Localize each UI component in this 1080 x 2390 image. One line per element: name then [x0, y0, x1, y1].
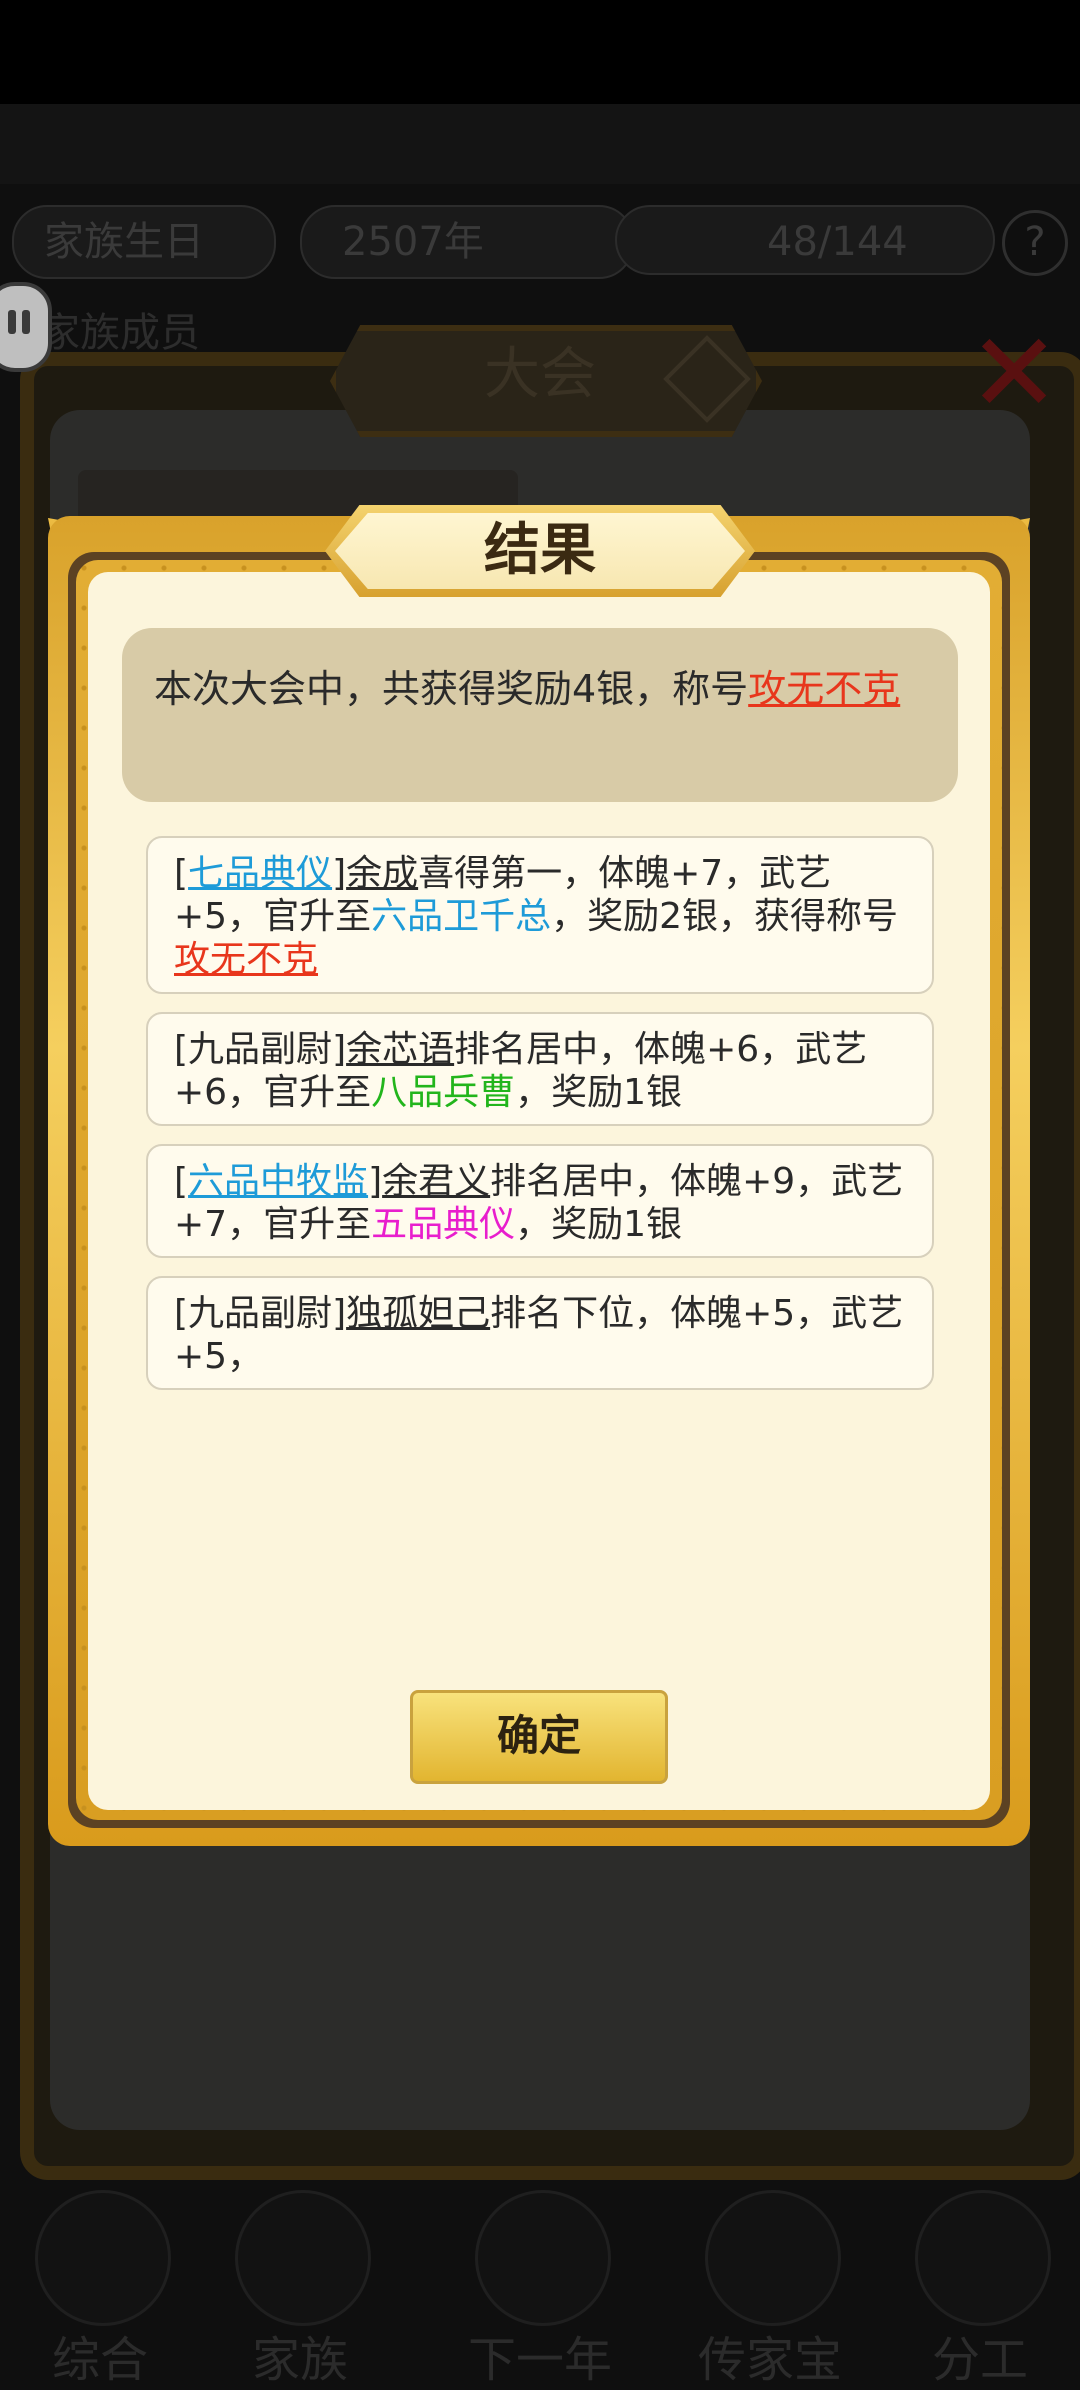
rank-link[interactable]: 六品中牧监	[188, 1161, 368, 1202]
summary-box: 本次大会中，共获得奖励4银，称号攻无不克	[122, 628, 958, 802]
summary-text: 本次大会中，共获得奖励4银，称号	[154, 667, 749, 711]
promotion-rank: 五品典仪	[371, 1204, 516, 1245]
member-name-link[interactable]: 独孤妲己	[346, 1293, 490, 1334]
background-help-icon: ?	[1002, 210, 1068, 276]
member-name-link[interactable]: 余君义	[382, 1161, 490, 1202]
rank-label: 九品副尉	[188, 1293, 333, 1334]
nav-division-icon	[915, 2190, 1051, 2326]
nav-next-year-icon	[475, 2190, 611, 2326]
result-text: ，奖励2银，获得称号	[551, 896, 898, 937]
dialog-title: 结果	[484, 518, 596, 583]
background-count-bar: 48/144	[615, 205, 995, 275]
background-members-label: 家族成员	[40, 310, 200, 356]
bracket-open: [	[174, 1029, 189, 1070]
nav-label: 下一年	[467, 2332, 612, 2388]
bottom-nav: 综合 家族 下一年 传家宝 分工	[0, 2180, 1080, 2390]
nav-label: 家族	[251, 2332, 348, 2388]
promotion-rank: 八品兵曹	[371, 1072, 516, 1113]
nav-item-overview: 综合	[10, 2180, 190, 2388]
bracket-close: ]	[332, 1029, 347, 1070]
status-bar	[0, 0, 1080, 104]
bracket-open: [	[174, 853, 189, 894]
background-top-strip	[0, 104, 1080, 184]
nav-item-family: 家族	[210, 2180, 390, 2388]
background-year-bar: 2507年	[300, 205, 634, 279]
rank-link[interactable]: 七品典仪	[188, 853, 332, 894]
confirm-button[interactable]: 确定	[410, 1690, 668, 1784]
nav-item-division: 分工	[890, 2180, 1070, 2388]
close-icon: ✕	[968, 309, 1061, 437]
bracket-close: ]	[332, 853, 347, 894]
nav-heirloom-icon	[705, 2190, 841, 2326]
member-name-link[interactable]: 余成	[346, 853, 418, 894]
nav-label: 分工	[931, 2332, 1028, 2388]
member-name-link[interactable]: 余芯语	[346, 1029, 454, 1070]
nav-overview-icon	[35, 2190, 171, 2326]
result-text: ，奖励1银	[515, 1072, 682, 1113]
bracket-close: ]	[368, 1161, 383, 1202]
title-badge: 攻无不克	[174, 939, 319, 980]
nav-item-heirloom: 传家宝	[680, 2180, 860, 2388]
nav-label: 传家宝	[697, 2332, 842, 2388]
result-card: [九品副尉]独孤妲己排名下位，体魄+5，武艺+5，	[146, 1276, 934, 1390]
bracket-open: [	[174, 1293, 189, 1334]
rank-label: 九品副尉	[188, 1029, 333, 1070]
promotion-rank: 六品卫千总	[371, 896, 552, 937]
result-card: [九品副尉]余芯语排名居中，体魄+6，武艺+6，官升至八品兵曹，奖励1银	[146, 1012, 934, 1126]
summary-title-badge: 攻无不克	[748, 667, 901, 711]
bracket-close: ]	[332, 1293, 347, 1334]
bracket-open: [	[174, 1161, 189, 1202]
nav-family-icon	[235, 2190, 371, 2326]
background-family-bar: 家族生日	[12, 205, 276, 279]
nav-label: 综合	[51, 2332, 148, 2388]
result-card: [六品中牧监]余君义排名居中，体魄+9，武艺+7，官升至五品典仪，奖励1银	[146, 1144, 934, 1258]
nav-item-next-year: 下一年	[450, 2180, 630, 2388]
pause-icon[interactable]	[0, 282, 52, 372]
result-card: [七品典仪]余成喜得第一，体魄+7，武艺+5，官升至六品卫千总，奖励2银，获得称…	[146, 836, 934, 994]
result-text: ，奖励1银	[515, 1204, 682, 1245]
